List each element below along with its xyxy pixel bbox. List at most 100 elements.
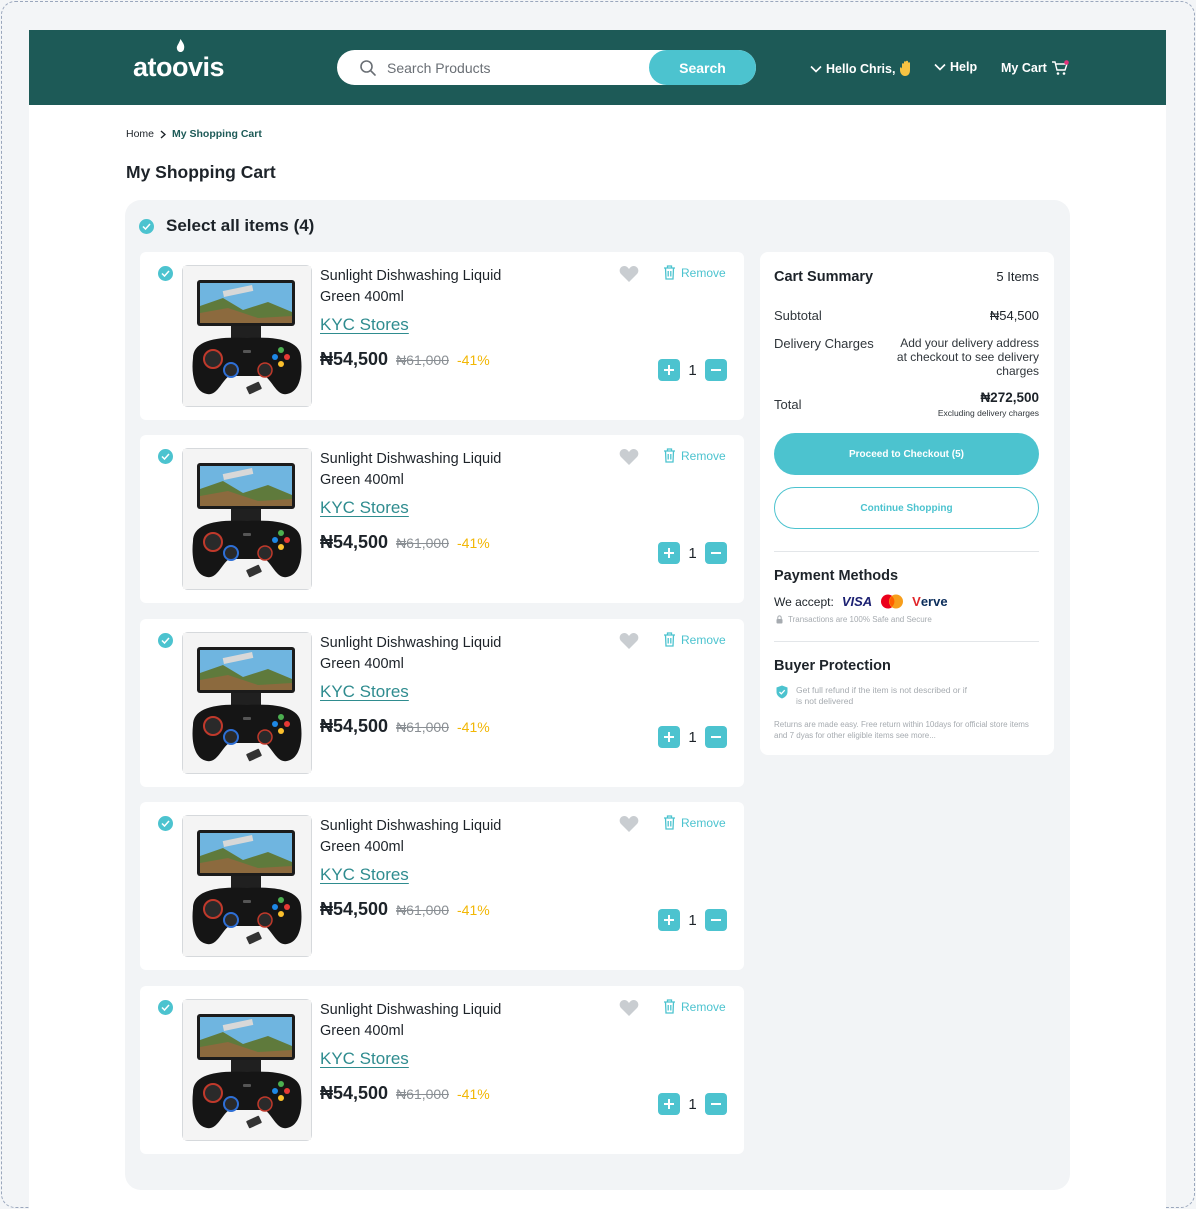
heart-icon[interactable] — [619, 815, 639, 833]
quantity-stepper: 1 — [658, 726, 727, 748]
gamepad-phone-image — [183, 449, 311, 589]
plus-icon — [664, 548, 674, 558]
price-row: ₦54,500 ₦61,000 -41% — [320, 349, 490, 370]
lock-icon — [776, 615, 783, 624]
gamepad-phone-image — [183, 1000, 311, 1140]
quantity-value: 1 — [688, 544, 697, 562]
my-cart-label: My Cart — [1001, 61, 1047, 75]
divider — [774, 641, 1039, 642]
verve-logo: Verve — [912, 594, 947, 609]
delivery-note: Add your delivery address at checkout to… — [896, 336, 1039, 378]
check-icon — [161, 270, 170, 277]
item-checkbox[interactable] — [158, 633, 173, 648]
store-link[interactable]: KYC Stores — [320, 315, 409, 335]
remove-button[interactable]: Remove — [663, 265, 726, 280]
store-link[interactable]: KYC Stores — [320, 498, 409, 518]
heart-icon[interactable] — [619, 265, 639, 283]
minus-icon — [711, 919, 721, 921]
breadcrumb-home[interactable]: Home — [126, 128, 154, 140]
product-name[interactable]: Sunlight Dishwashing Liquid Green 400ml — [320, 1000, 540, 1042]
price-row: ₦54,500 ₦61,000 -41% — [320, 899, 490, 920]
decrease-quantity-button[interactable] — [705, 542, 727, 564]
accepted-payments: We accept: VISA Verve — [774, 594, 948, 609]
brand-logo[interactable]: atoovis — [133, 39, 225, 86]
minus-icon — [711, 1103, 721, 1105]
item-checkbox[interactable] — [158, 816, 173, 831]
quantity-value: 1 — [688, 911, 697, 929]
my-cart-link[interactable]: My Cart — [1001, 60, 1069, 76]
product-name[interactable]: Sunlight Dishwashing Liquid Green 400ml — [320, 816, 540, 858]
remove-label: Remove — [681, 448, 726, 463]
select-all-label: Select all items (4) — [166, 216, 315, 235]
divider — [774, 551, 1039, 552]
discount-badge: -41% — [457, 719, 490, 735]
product-thumbnail[interactable] — [182, 999, 312, 1141]
buyer-protection-title: Buyer Protection — [774, 658, 891, 674]
select-all[interactable]: Select all items (4) — [139, 216, 314, 236]
quantity-stepper: 1 — [658, 1093, 727, 1115]
store-link[interactable]: KYC Stores — [320, 1049, 409, 1069]
remove-button[interactable]: Remove — [663, 448, 726, 463]
select-all-checkbox[interactable] — [139, 218, 154, 234]
cart-item: Sunlight Dishwashing Liquid Green 400ml … — [140, 252, 744, 420]
product-thumbnail[interactable] — [182, 815, 312, 957]
secure-note: Transactions are 100% Safe and Secure — [776, 615, 932, 624]
quantity-stepper: 1 — [658, 909, 727, 931]
remove-button[interactable]: Remove — [663, 632, 726, 647]
breadcrumb-current: My Shopping Cart — [172, 128, 262, 140]
heart-icon[interactable] — [619, 448, 639, 466]
subtotal-label: Subtotal — [774, 308, 822, 323]
shield-check-icon — [776, 685, 788, 699]
product-name[interactable]: Sunlight Dishwashing Liquid Green 400ml — [320, 633, 540, 675]
account-menu[interactable]: Hello Chris, — [810, 60, 914, 77]
remove-button[interactable]: Remove — [663, 999, 726, 1014]
refund-guarantee: Get full refund if the item is not descr… — [776, 685, 971, 707]
decrease-quantity-button[interactable] — [705, 1093, 727, 1115]
flame-icon — [176, 39, 185, 52]
product-name[interactable]: Sunlight Dishwashing Liquid Green 400ml — [320, 449, 540, 491]
price-row: ₦54,500 ₦61,000 -41% — [320, 532, 490, 553]
increase-quantity-button[interactable] — [658, 359, 680, 381]
decrease-quantity-button[interactable] — [705, 909, 727, 931]
continue-shopping-button[interactable]: Continue Shopping — [774, 487, 1039, 529]
cart-item: Sunlight Dishwashing Liquid Green 400ml … — [140, 435, 744, 603]
increase-quantity-button[interactable] — [658, 909, 680, 931]
heart-icon[interactable] — [619, 632, 639, 650]
decrease-quantity-button[interactable] — [705, 359, 727, 381]
plus-icon — [664, 365, 674, 375]
trash-icon — [664, 815, 675, 830]
verve-rest: erve — [920, 594, 948, 609]
check-icon — [142, 222, 151, 230]
store-link[interactable]: KYC Stores — [320, 682, 409, 702]
item-checkbox[interactable] — [158, 266, 173, 281]
breadcrumb: Home My Shopping Cart — [126, 128, 262, 140]
item-checkbox[interactable] — [158, 449, 173, 464]
increase-quantity-button[interactable] — [658, 1093, 680, 1115]
cart-panel: Select all items (4) Sunlight Dishwashin… — [125, 200, 1070, 1190]
returns-note[interactable]: Returns are made easy. Free return withi… — [774, 719, 1042, 741]
store-link[interactable]: KYC Stores — [320, 865, 409, 885]
remove-label: Remove — [681, 265, 726, 280]
old-price: ₦61,000 — [396, 535, 449, 551]
decrease-quantity-button[interactable] — [705, 726, 727, 748]
search-icon — [360, 60, 376, 76]
plus-icon — [664, 1099, 674, 1109]
item-checkbox[interactable] — [158, 1000, 173, 1015]
quantity-value: 1 — [688, 1095, 697, 1113]
proceed-to-checkout-button[interactable]: Proceed to Checkout (5) — [774, 433, 1039, 475]
increase-quantity-button[interactable] — [658, 542, 680, 564]
product-thumbnail[interactable] — [182, 448, 312, 590]
help-menu[interactable]: Help — [934, 60, 977, 74]
search-input[interactable] — [387, 50, 647, 85]
product-thumbnail[interactable] — [182, 265, 312, 407]
search-button[interactable]: Search — [649, 50, 756, 85]
discount-badge: -41% — [457, 902, 490, 918]
increase-quantity-button[interactable] — [658, 726, 680, 748]
discount-badge: -41% — [457, 535, 490, 551]
remove-button[interactable]: Remove — [663, 815, 726, 830]
plus-icon — [664, 915, 674, 925]
product-name[interactable]: Sunlight Dishwashing Liquid Green 400ml — [320, 266, 540, 308]
trash-icon — [664, 265, 675, 280]
heart-icon[interactable] — [619, 999, 639, 1017]
product-thumbnail[interactable] — [182, 632, 312, 774]
